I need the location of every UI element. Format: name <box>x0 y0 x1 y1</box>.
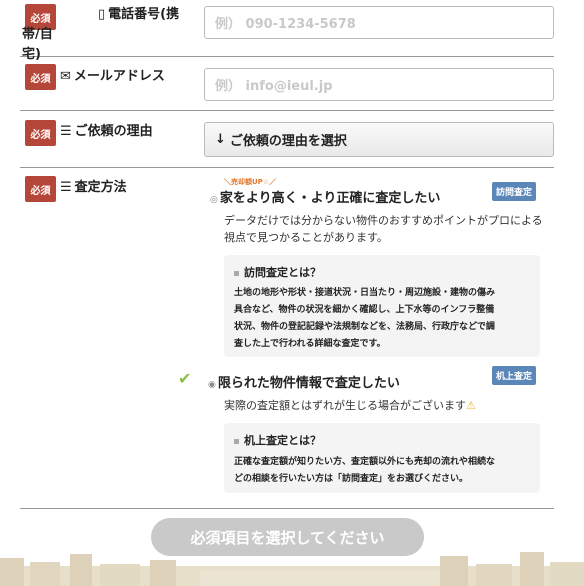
phone-placeholder: 例） 090-1234-5678 <box>215 17 356 32</box>
visit-badge: 訪問査定 <box>492 182 537 201</box>
check-icon: ✔ <box>178 369 192 388</box>
visit-info-body: 土地の地形や形状・接道状況・日当たり・周辺施設・建物の傷み 具合など、物件の状況… <box>234 288 496 349</box>
phone-icon: ▯ <box>98 7 106 22</box>
reason-select[interactable]: ↓ ご依頼の理由を選択 <box>204 122 554 157</box>
warning-icon: ⚠ <box>466 399 476 412</box>
phone-row: 必須 ▯ 電話番号(携帯/自 宅) 例） 090-1234-5678 <box>20 0 554 62</box>
reason-label: ☰ ご依頼の理由 <box>60 122 153 142</box>
required-badge: 必須 <box>25 120 56 146</box>
option-desk-desc: 実際の査定額とはずれが生じる場合がございます⚠ <box>224 399 476 412</box>
required-badge: 必須 <box>25 64 56 90</box>
option-visit-desc: データだけでは分からない物件のおすすめポイントがプロによる 視点で見つかることが… <box>224 214 543 244</box>
submit-button[interactable]: 必須項目を選択してください <box>151 518 424 556</box>
desk-info-title: 机上査定とは？ <box>234 432 321 448</box>
reason-row: 必須 ☰ ご依頼の理由 ↓ ご依頼の理由を選択 <box>20 111 554 168</box>
visit-info-box: 訪問査定とは？ 土地の地形や形状・接道状況・日当たり・周辺施設・建物の傷み 具合… <box>224 255 540 357</box>
desk-badge: 机上査定 <box>492 366 537 385</box>
radio-icon[interactable]: ◎ <box>210 195 218 205</box>
email-label: ✉ メールアドレス <box>60 67 165 87</box>
mail-icon: ✉ <box>60 69 71 84</box>
reason-select-label: ご依頼の理由を選択 <box>229 134 347 149</box>
method-row: 必須 ☰ 査定方法 ＼売却額UP☆／ ◎ 家をより高く・より正確に査定したい 訪問査… <box>20 168 554 509</box>
desk-info-box: 机上査定とは？ 正確な査定額が知りたい方、査定額以外にも売却の流れや相続な どの… <box>224 423 540 493</box>
city-skyline-decoration <box>0 552 584 586</box>
arrow-down-icon: ↓ <box>215 132 226 147</box>
option-visit[interactable]: ＼売却額UP☆／ ◎ 家をより高く・より正確に査定したい 訪問査定 データだけでは… <box>20 168 554 358</box>
option-visit-title: ◎ 家をより高く・より正確に査定したい <box>210 191 441 206</box>
option-desk[interactable]: ✔ ◉ 限られた物件情報で査定したい 机上査定 実際の査定額とはずれが生じる場合が… <box>20 360 554 500</box>
radio-selected-icon[interactable]: ◉ <box>208 380 216 390</box>
email-placeholder: 例） info@ieul.jp <box>215 79 333 94</box>
phone-input[interactable]: 例） 090-1234-5678 <box>204 6 554 39</box>
option-desk-title: ◉ 限られた物件情報で査定したい <box>208 376 400 391</box>
price-up-tag: ＼売却額UP☆／ <box>224 178 277 186</box>
phone-label: ▯ 電話番号(携帯/自 宅) <box>22 7 180 62</box>
desk-info-body: 正確な査定額が知りたい方、査定額以外にも売却の流れや相続な どの相談を行いたい方… <box>234 457 496 484</box>
list-icon: ☰ <box>60 124 72 139</box>
email-row: 必須 ✉ メールアドレス 例） info@ieul.jp <box>20 57 554 111</box>
visit-info-title: 訪問査定とは？ <box>234 264 321 280</box>
email-input[interactable]: 例） info@ieul.jp <box>204 68 554 101</box>
